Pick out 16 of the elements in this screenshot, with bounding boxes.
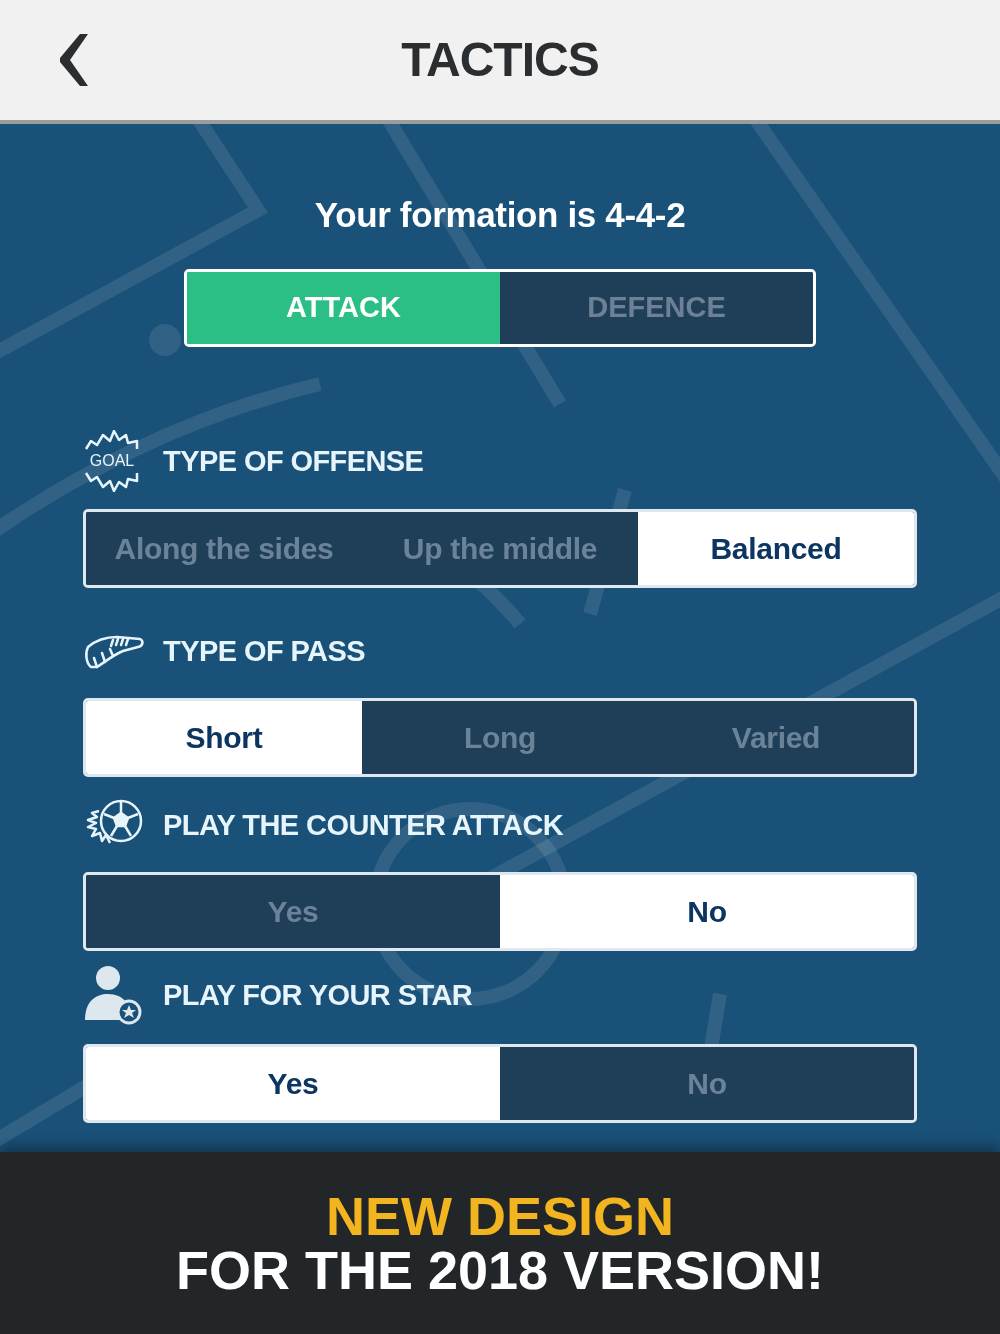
banner-headline: NEW DESIGN (326, 1189, 674, 1243)
section-title: PLAY FOR YOUR STAR (163, 978, 473, 1013)
section-title: PLAY THE COUNTER ATTACK (163, 808, 564, 843)
mode-tab[interactable]: ATTACK (187, 272, 500, 344)
person-star-icon (83, 964, 143, 1026)
screen-title: TACTICS (401, 32, 599, 88)
football-boot-icon (83, 633, 145, 669)
option-button[interactable]: Balanced (638, 512, 914, 585)
section-title: TYPE OF PASS (163, 634, 365, 669)
formation-text: Your formation is 4-4-2 (313, 195, 687, 235)
section-title: TYPE OF OFFENSE (163, 444, 424, 479)
chevron-left-icon (58, 34, 88, 86)
option-button[interactable]: No (500, 875, 914, 948)
option-button[interactable]: Short (86, 701, 362, 774)
option-button[interactable]: Yes (86, 1047, 500, 1120)
banner-subline: FOR THE 2018 VERSION! (175, 1243, 825, 1297)
